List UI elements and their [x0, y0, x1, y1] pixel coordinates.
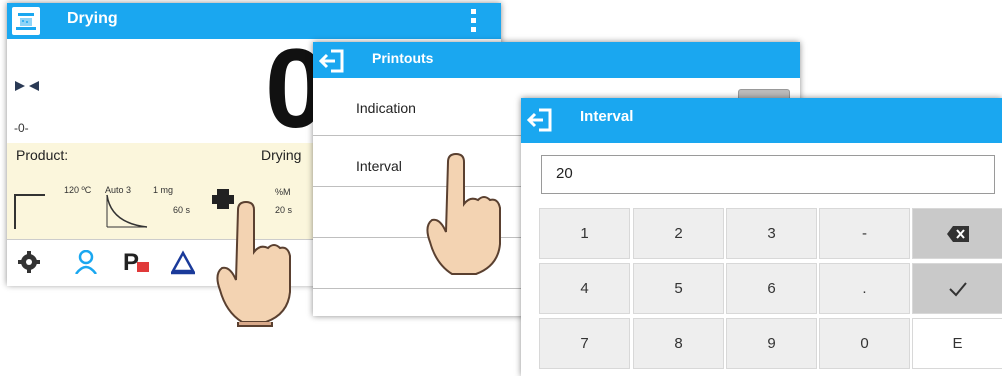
drying-label: Drying	[261, 147, 302, 163]
list-item-label: Indication	[356, 100, 416, 116]
key-3[interactable]: 3	[726, 208, 817, 259]
key-2[interactable]: 2	[633, 208, 724, 259]
key-6[interactable]: 6	[726, 263, 817, 314]
key-9[interactable]: 9	[726, 318, 817, 369]
tare-icon[interactable]	[164, 243, 202, 281]
printouts-title: Printouts	[372, 50, 434, 66]
unit-value: %M	[275, 187, 291, 197]
pointing-hand-icon	[216, 200, 291, 327]
menu-icon[interactable]	[471, 9, 477, 35]
temperature-value: 120 ºC	[64, 185, 92, 195]
pointing-hand-icon	[426, 152, 501, 275]
user-icon[interactable]	[67, 243, 105, 281]
screen-title: Drying	[67, 10, 118, 27]
mode-value: Auto 3	[105, 185, 132, 195]
drying-curve-icon	[106, 194, 148, 228]
key-1[interactable]: 1	[539, 208, 630, 259]
gear-icon[interactable]	[10, 243, 48, 281]
product-label: Product:	[16, 147, 69, 163]
back-icon[interactable]	[319, 48, 345, 74]
key-8[interactable]: 8	[633, 318, 724, 369]
list-item-label: Interval	[356, 158, 402, 174]
confirm-check-icon[interactable]	[912, 263, 1002, 314]
interval-title-bar: Interval	[521, 98, 1002, 143]
interval-input-value: 20	[556, 165, 573, 182]
stability-icon	[15, 81, 39, 91]
interval-input[interactable]: 20	[541, 155, 995, 194]
key-e[interactable]: E	[912, 318, 1002, 369]
drying-mode-icon	[12, 7, 40, 35]
back-icon[interactable]	[527, 107, 553, 133]
key-7[interactable]: 7	[539, 318, 630, 369]
time-value: 60 s	[173, 205, 191, 215]
interval-panel: Interval 20 1 2 3 - 4 5 6 . 7 8 9 0 E	[521, 98, 1002, 376]
zero-indicator: -0-	[14, 121, 29, 135]
key-4[interactable]: 4	[539, 263, 630, 314]
key-0[interactable]: 0	[819, 318, 910, 369]
printouts-title-bar: Printouts	[313, 42, 800, 78]
key-5[interactable]: 5	[633, 263, 724, 314]
resolution-value: 1 mg	[153, 185, 174, 195]
backspace-icon[interactable]	[912, 208, 1002, 259]
key-minus[interactable]: -	[819, 208, 910, 259]
key-dot[interactable]: .	[819, 263, 910, 314]
product-icon[interactable]: P	[117, 243, 155, 281]
interval-title: Interval	[580, 108, 634, 125]
title-bar: Drying	[7, 3, 501, 39]
svg-text:P: P	[123, 249, 139, 276]
temperature-profile-icon	[14, 194, 45, 229]
